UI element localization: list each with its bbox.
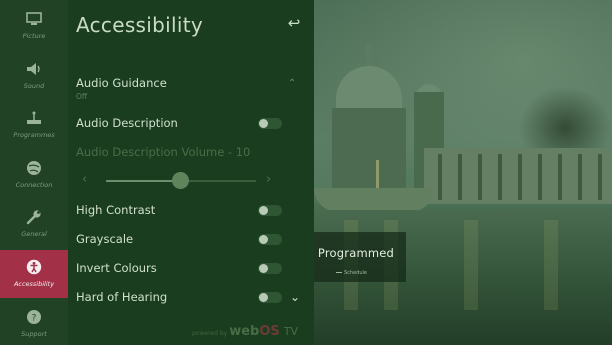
- toggle-knob: [259, 293, 268, 302]
- slider-track[interactable]: [106, 172, 256, 189]
- chevron-up-icon: ⌃: [288, 78, 297, 89]
- audio-description-row[interactable]: Audio Description: [68, 116, 314, 134]
- antenna-icon: [25, 109, 43, 127]
- wrench-icon: [25, 208, 43, 226]
- audio-description-volume-label: Audio Description Volume - 10: [76, 145, 251, 159]
- slider-knob[interactable]: [172, 172, 189, 189]
- audio-description-volume-slider[interactable]: ‹ ›: [68, 168, 314, 192]
- support-icon: ?: [25, 308, 43, 326]
- reflection: [464, 220, 478, 310]
- grayscale-row[interactable]: Grayscale: [68, 232, 314, 250]
- grayscale-label: Grayscale: [76, 232, 134, 246]
- toggle-knob: [259, 235, 268, 244]
- rail-item-label: Sound: [23, 82, 45, 90]
- picture-icon: [25, 10, 43, 28]
- chevron-left-icon[interactable]: ‹: [82, 172, 87, 187]
- rail-item-label: General: [21, 230, 47, 238]
- accessibility-icon: [25, 258, 43, 276]
- globe-icon: [25, 159, 43, 177]
- back-arrow-icon: ↩: [287, 14, 301, 32]
- logo-os: OS: [259, 324, 280, 339]
- hard-of-hearing-toggle[interactable]: [258, 292, 282, 303]
- grayscale-toggle[interactable]: [258, 234, 282, 245]
- programme-overlay-subtitle: Schedule: [344, 270, 367, 276]
- chevron-right-icon[interactable]: ›: [266, 172, 271, 187]
- street-lamp: [376, 160, 379, 188]
- rail-item-support[interactable]: ? Support: [0, 300, 68, 345]
- rail-item-programmes[interactable]: Programmes: [0, 101, 68, 149]
- audio-guidance-row[interactable]: Audio Guidance Off ⌃: [68, 76, 314, 104]
- column: [498, 154, 502, 200]
- divider: [336, 272, 342, 273]
- high-contrast-label: High Contrast: [76, 203, 156, 217]
- toggle-knob: [259, 206, 268, 215]
- rail-item-accessibility[interactable]: Accessibility: [0, 250, 68, 298]
- audio-description-volume-row: Audio Description Volume - 10: [68, 145, 314, 163]
- rail-item-connection[interactable]: Connection: [0, 151, 68, 199]
- audio-description-label: Audio Description: [76, 116, 178, 130]
- audio-description-toggle[interactable]: [258, 118, 282, 129]
- column: [578, 154, 582, 200]
- webos-logo: powered by webOS TV: [192, 320, 298, 339]
- accessibility-panel: Accessibility ↩ Audio Guidance Off ⌃ Aud…: [68, 0, 314, 345]
- rail-item-label: Support: [21, 330, 47, 338]
- invert-colours-toggle[interactable]: [258, 263, 282, 274]
- tv-screen: : Programmed Schedule Picture Sound Prog…: [0, 0, 612, 345]
- rail-item-label: Picture: [22, 32, 46, 40]
- rail-item-picture[interactable]: Picture: [0, 2, 68, 50]
- column: [538, 154, 542, 200]
- reflection: [544, 220, 558, 310]
- trees: [519, 86, 612, 156]
- column: [458, 154, 462, 200]
- high-contrast-row[interactable]: High Contrast: [68, 203, 314, 221]
- programme-overlay-title: : Programmed: [310, 246, 395, 260]
- svg-text:?: ?: [32, 314, 37, 324]
- programme-overlay: : Programmed Schedule: [300, 232, 406, 282]
- logo-tv: TV: [283, 325, 298, 338]
- hard-of-hearing-row[interactable]: Hard of Hearing: [68, 290, 314, 308]
- toggle-knob: [259, 119, 268, 128]
- logo-web: web: [229, 324, 260, 339]
- hard-of-hearing-label: Hard of Hearing: [76, 290, 168, 304]
- audio-guidance-label: Audio Guidance: [76, 76, 167, 90]
- column: [518, 154, 522, 200]
- bridge: [314, 188, 434, 212]
- powered-by-text: powered by: [192, 330, 228, 337]
- toggle-knob: [259, 264, 268, 273]
- rail-item-label: Accessibility: [13, 280, 55, 288]
- rail-item-label: Programmes: [13, 131, 55, 139]
- back-button[interactable]: ↩: [284, 13, 304, 33]
- chevron-down-icon[interactable]: ⌄: [290, 290, 300, 304]
- column: [478, 154, 482, 200]
- column: [598, 154, 602, 200]
- category-rail: Picture Sound Programmes Connection Gene…: [0, 0, 68, 345]
- invert-colours-row[interactable]: Invert Colours: [68, 261, 314, 279]
- slider-fill: [106, 180, 181, 182]
- column: [558, 154, 562, 200]
- column: [438, 154, 442, 200]
- rail-item-sound[interactable]: Sound: [0, 52, 68, 100]
- page-title: Accessibility: [76, 13, 203, 37]
- rail-item-general[interactable]: General: [0, 200, 68, 248]
- rail-item-label: Connection: [15, 181, 53, 189]
- audio-guidance-value: Off: [76, 92, 88, 101]
- cathedral-body: [332, 108, 406, 198]
- speaker-icon: [25, 60, 43, 78]
- high-contrast-toggle[interactable]: [258, 205, 282, 216]
- cathedral-spire: [366, 44, 372, 68]
- invert-colours-label: Invert Colours: [76, 261, 157, 275]
- background-photo: [314, 0, 612, 345]
